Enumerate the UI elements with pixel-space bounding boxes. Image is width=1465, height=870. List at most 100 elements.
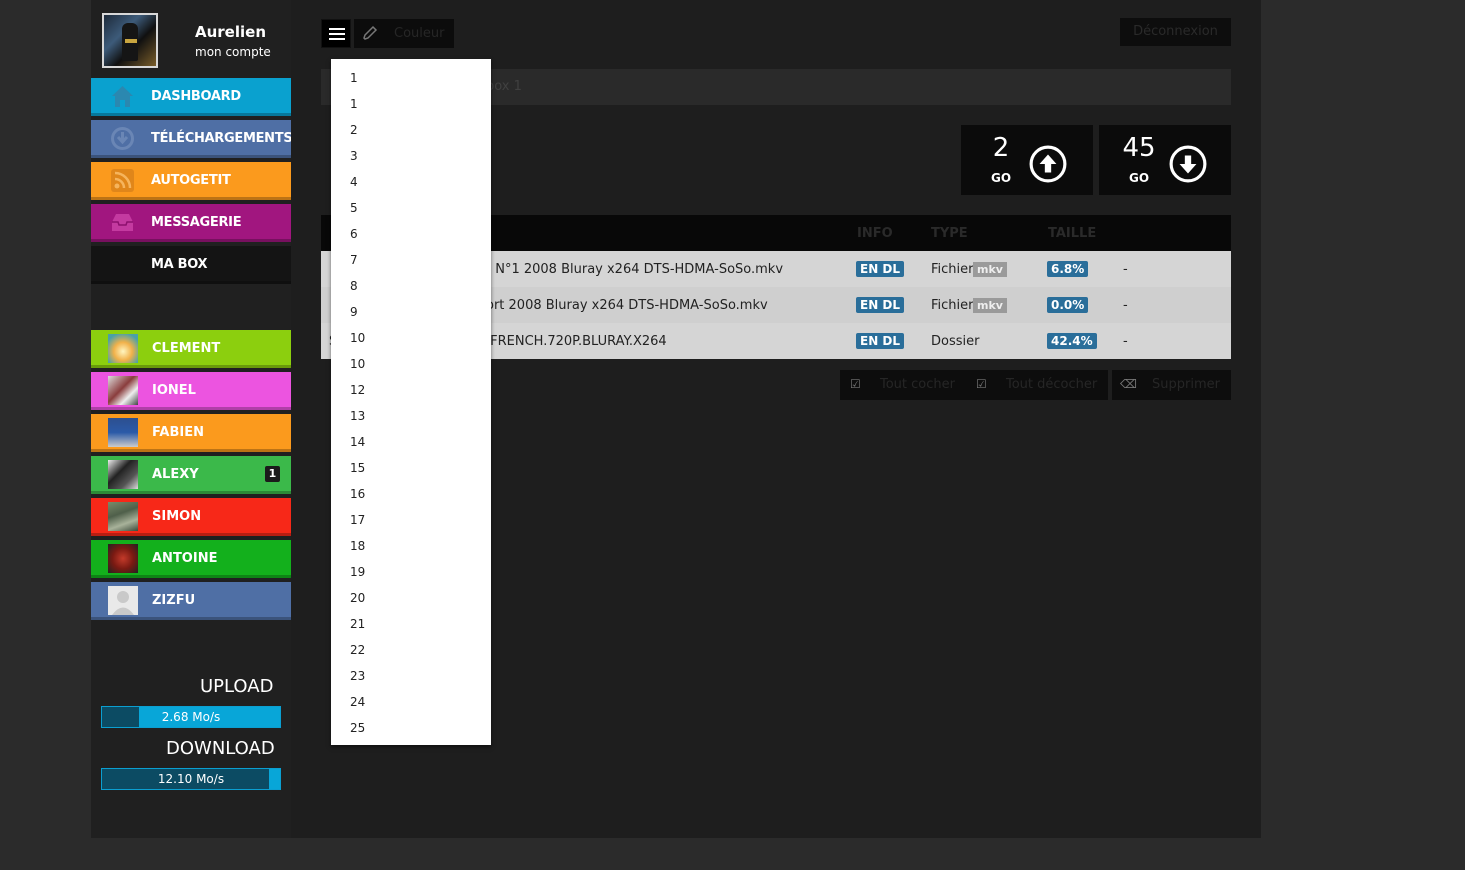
arrow-up-circle-icon [1029, 145, 1067, 183]
row-name: .FRENCH.720P.BLURAY.X264 [486, 334, 667, 349]
dropdown-option[interactable]: 8 [350, 279, 358, 293]
dropdown-option[interactable]: 1 [350, 97, 358, 111]
dropdown-option[interactable]: 14 [350, 435, 365, 449]
nav-label: MA BOX [151, 257, 208, 272]
backspace-icon: ⌫ [1120, 377, 1137, 391]
dropdown-option[interactable]: 20 [350, 591, 365, 605]
user-avatar [108, 376, 138, 405]
dropdown-option[interactable]: 9 [350, 305, 358, 319]
dropdown-option[interactable]: 15 [350, 461, 365, 475]
user-label: ALEXY [152, 467, 199, 482]
download-bar: 12.10 Mo/s [101, 768, 281, 790]
dropdown-option[interactable]: 18 [350, 539, 365, 553]
dropdown-option[interactable]: 5 [350, 201, 358, 215]
upload-bar: 2.68 Mo/s [101, 706, 281, 728]
dropdown-option[interactable]: 3 [350, 149, 358, 163]
user-avatar [108, 334, 138, 363]
user-item-simon[interactable]: SIMON [91, 498, 291, 536]
status-badge: EN DL [856, 333, 905, 349]
download-circle-icon [111, 127, 134, 150]
ext-badge: mkv [973, 262, 1007, 277]
dropdown-option[interactable]: 12 [350, 383, 365, 397]
dropdown-option[interactable]: 19 [350, 565, 365, 579]
menu-button[interactable] [321, 19, 351, 48]
uncheck-all-button[interactable]: ☑ Tout décocher [968, 370, 1108, 400]
checkbox-icon: ☑ [850, 377, 861, 391]
dropdown-option[interactable]: 7 [350, 253, 358, 267]
hamburger-icon-line [329, 38, 345, 40]
progress-badge: 6.8% [1047, 261, 1089, 277]
user-avatar [108, 418, 138, 447]
avatar[interactable] [102, 13, 158, 68]
user-avatar [108, 502, 138, 531]
header-size: TAILLE [1048, 226, 1097, 241]
nav-item-telechargements[interactable]: TÉLÉCHARGEMENTS [91, 120, 293, 158]
dropdown-option[interactable]: 10 [350, 357, 365, 371]
user-item-fabien[interactable]: FABIEN [91, 414, 291, 452]
row-extra: - [1123, 262, 1128, 277]
nav-label: DASHBOARD [151, 89, 241, 104]
color-button[interactable]: Couleur [354, 19, 454, 48]
dropdown-option[interactable]: 17 [350, 513, 365, 527]
account-link[interactable]: mon compte [195, 45, 271, 59]
user-item-clement[interactable]: CLEMENT [91, 330, 291, 368]
user-label: IONEL [152, 383, 196, 398]
delete-button[interactable]: ⌫ Supprimer [1112, 370, 1231, 400]
sidebar: Aurelien mon compte DASHBOARD TÉLÉCHARGE… [91, 0, 293, 838]
nav-item-dashboard[interactable]: DASHBOARD [91, 78, 291, 116]
stat-value: 45 [1122, 133, 1156, 163]
default-avatar-icon [108, 586, 138, 615]
user-avatar [108, 544, 138, 573]
dropdown-option[interactable]: 21 [350, 617, 365, 631]
header-info: INFO [857, 226, 893, 241]
dropdown-option[interactable]: 24 [350, 695, 365, 709]
dropdown-option[interactable]: 22 [350, 643, 365, 657]
checkbox-icon: ☑ [976, 377, 987, 391]
user-label: ANTOINE [152, 551, 218, 566]
profile-name: Aurelien [195, 23, 266, 41]
user-item-antoine[interactable]: ANTOINE [91, 540, 291, 578]
dropdown-option[interactable]: 10 [350, 331, 365, 345]
check-all-button[interactable]: ☑ Tout cocher [840, 370, 968, 400]
logout-button[interactable]: Déconnexion [1120, 18, 1231, 46]
uncheck-all-label: Tout décocher [1006, 377, 1098, 392]
row-extra: - [1123, 298, 1128, 313]
row-type: Dossier [931, 334, 980, 349]
dropdown-menu: 1 1 2 3 4 5 6 7 8 9 10 10 12 13 14 15 16 17 18 19 20 21 22 23 24… [331, 59, 491, 745]
dropdown-option[interactable]: 16 [350, 487, 365, 501]
dropdown-option[interactable]: 23 [350, 669, 365, 683]
nav-label: TÉLÉCHARGEMENTS [151, 131, 293, 146]
nav-item-autogetit[interactable]: AUTOGETIT [91, 162, 291, 200]
header-type: TYPE [931, 226, 968, 241]
stat-unit: GO [990, 171, 1012, 185]
user-label: SIMON [152, 509, 202, 524]
row-type: Fichier [931, 262, 974, 277]
row-type: Fichier [931, 298, 974, 313]
dropdown-option[interactable]: 4 [350, 175, 358, 189]
user-item-ionel[interactable]: IONEL [91, 372, 291, 410]
rss-icon [111, 169, 134, 192]
upload-value: 2.68 Mo/s [161, 710, 221, 724]
user-label: FABIEN [152, 425, 204, 440]
user-label: CLEMENT [152, 341, 221, 356]
dropdown-option[interactable]: 2 [350, 123, 358, 137]
stat-unit: GO [1128, 171, 1150, 185]
dropdown-option[interactable]: 13 [350, 409, 365, 423]
profile: Aurelien mon compte [102, 13, 291, 69]
dropdown-option[interactable]: 1 [350, 71, 358, 85]
dropdown-option[interactable]: 6 [350, 227, 358, 241]
ext-badge: mkv [973, 298, 1007, 313]
arrow-down-circle-icon [1169, 145, 1207, 183]
user-item-zizfu[interactable]: ZIZFU [91, 582, 291, 620]
progress-badge: 42.4% [1047, 333, 1097, 349]
inbox-icon [112, 214, 133, 231]
color-label: Couleur [394, 26, 445, 41]
status-badge: EN DL [856, 261, 905, 277]
nav-item-messagerie[interactable]: MESSAGERIE [91, 204, 291, 242]
user-item-alexy[interactable]: ALEXY 1 [91, 456, 291, 494]
download-stat: 45 GO [1099, 125, 1231, 195]
dropdown-option[interactable]: 25 [350, 721, 365, 735]
download-title: DOWNLOAD [166, 738, 275, 759]
nav-item-ma-box[interactable]: MA BOX [91, 246, 291, 284]
download-value: 12.10 Mo/s [157, 772, 225, 786]
